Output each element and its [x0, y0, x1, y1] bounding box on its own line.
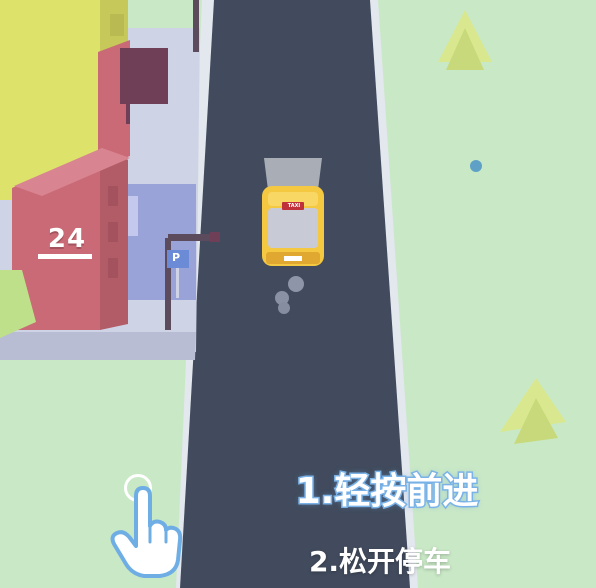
- blue-rock: [470, 160, 482, 172]
- parking-sign-letter: P: [171, 251, 181, 264]
- number-underline: [38, 254, 92, 259]
- instruction-release-to-stop: 2.松开停车: [308, 545, 452, 578]
- awning: [120, 48, 168, 104]
- smoke-puff: [278, 302, 290, 314]
- tower-window: [108, 222, 118, 242]
- taxi-roof-label: TAXI: [287, 203, 301, 209]
- tap-hand-icon: [110, 486, 183, 578]
- lamp-head: [210, 232, 220, 242]
- tower-window: [108, 186, 118, 206]
- plaza-edge: [0, 332, 196, 360]
- parking-sign-post: [176, 268, 179, 298]
- lamp-arm: [168, 234, 214, 241]
- smoke-puff: [288, 276, 304, 292]
- awning-post: [126, 98, 130, 124]
- building-number: 24: [47, 224, 87, 254]
- taxi-plate: [284, 256, 302, 261]
- taxi-windshield: [268, 208, 318, 248]
- lamp-post-top: [193, 0, 199, 52]
- game-scene[interactable]: 24 P TAXI 1.轻按前进 2.松开停车: [0, 0, 596, 588]
- tower-window: [108, 258, 118, 278]
- instruction-tap-to-go[interactable]: 1.轻按前进: [262, 462, 512, 514]
- taxi-car: [262, 186, 324, 266]
- yellow-window: [110, 14, 124, 36]
- headlight-glow: [264, 158, 322, 190]
